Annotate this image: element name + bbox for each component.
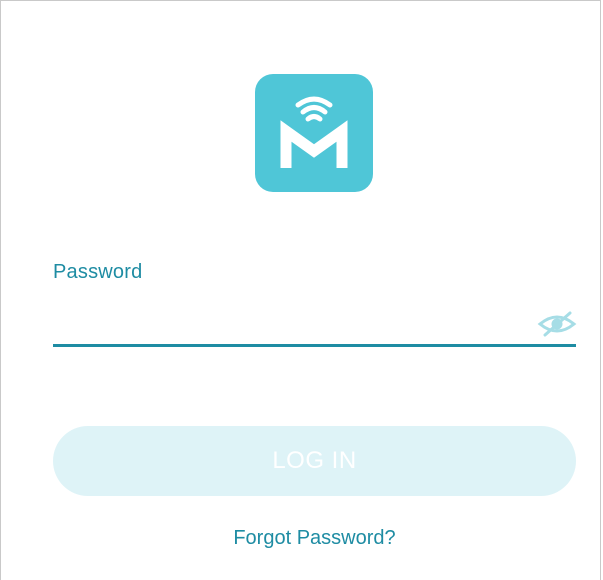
wifi-m-logo-icon <box>280 96 348 168</box>
app-logo <box>255 74 373 192</box>
password-label: Password <box>53 261 143 283</box>
password-underline <box>53 344 576 347</box>
login-button-label: LOG IN <box>272 447 357 474</box>
login-button[interactable]: LOG IN <box>53 426 576 496</box>
password-field[interactable] <box>53 301 535 345</box>
forgot-password-link[interactable]: Forgot Password? <box>1 527 603 550</box>
login-screen: Password LOG IN Forgot Password? <box>0 0 601 580</box>
eye-hidden-icon[interactable] <box>537 310 577 338</box>
